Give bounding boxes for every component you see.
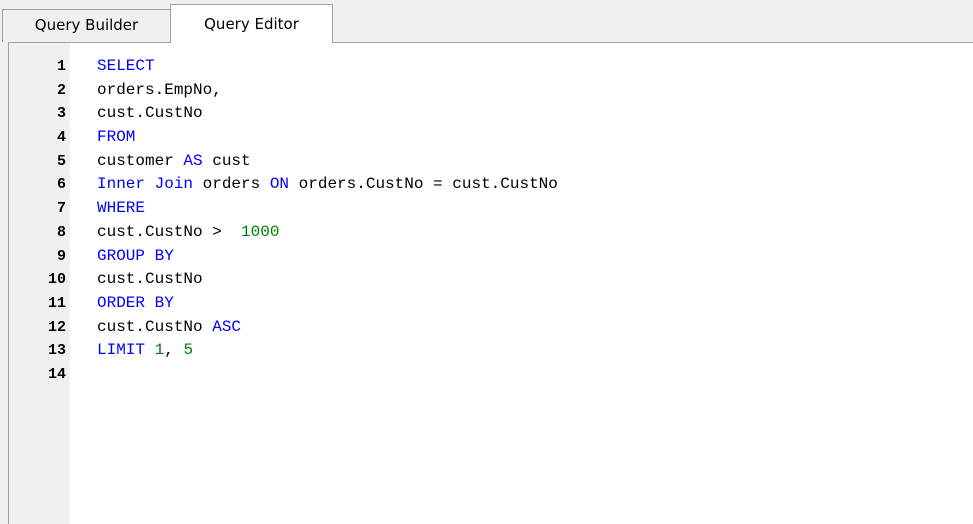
line-number: 4 xyxy=(56,129,66,147)
sql-identifier: cust.CustNo xyxy=(97,317,213,336)
line-code[interactable]: cust.CustNo > 1000 xyxy=(97,221,279,245)
line-code[interactable]: GROUP BY xyxy=(97,245,174,269)
sql-keyword: FROM xyxy=(97,128,136,147)
line-code[interactable]: cust.CustNo xyxy=(97,268,203,292)
line-code[interactable]: WHERE xyxy=(97,197,145,221)
sql-identifier xyxy=(145,341,155,359)
code-line[interactable]: 5 customer AS cust xyxy=(9,150,973,174)
code-line[interactable]: 10 cust.CustNo xyxy=(9,268,973,292)
sql-identifier: cust.CustNo xyxy=(97,270,203,289)
line-code[interactable]: cust.CustNo ASC xyxy=(97,316,241,340)
sql-identifier: cust.CustNo > xyxy=(97,222,242,241)
line-number: 13 xyxy=(47,342,66,360)
code-line[interactable]: 14 xyxy=(9,363,973,387)
tab-query-builder[interactable]: Query Builder xyxy=(2,9,171,42)
code-line[interactable]: 12 cust.CustNo ASC xyxy=(9,316,973,340)
tab-query-editor[interactable]: Query Editor xyxy=(170,4,333,43)
line-number: 2 xyxy=(56,81,66,99)
line-number: 11 xyxy=(47,294,66,312)
code-line[interactable]: 13 LIMIT 1, 5 xyxy=(9,339,973,363)
line-code[interactable]: FROM xyxy=(97,126,135,150)
code-line[interactable]: 11 ORDER BY xyxy=(9,292,973,316)
code-line[interactable]: 1 SELECT xyxy=(9,55,973,79)
sql-identifier: cust xyxy=(202,151,251,170)
line-number: 9 xyxy=(56,247,66,265)
code-line[interactable]: 6 Inner Join orders ON orders.CustNo = cu… xyxy=(9,173,973,197)
line-number: 14 xyxy=(47,365,66,383)
line-code[interactable]: ORDER BY xyxy=(97,292,174,316)
line-number: 12 xyxy=(47,318,66,336)
sql-identifier: orders.EmpNo, xyxy=(97,80,222,99)
sql-identifier: , xyxy=(164,341,184,360)
sql-keyword: GROUP BY xyxy=(97,246,174,265)
code-line[interactable]: 4 FROM xyxy=(9,126,973,150)
code-line[interactable]: 9 GROUP BY xyxy=(9,245,973,269)
line-number: 8 xyxy=(56,223,66,241)
code-line[interactable]: 7 WHERE xyxy=(9,197,973,221)
line-code[interactable]: SELECT xyxy=(97,55,155,79)
sql-identifier: cust.CustNo xyxy=(97,104,203,123)
sql-number: 5 xyxy=(183,341,194,360)
line-number: 5 xyxy=(56,152,66,170)
sql-identifier: orders.CustNo = cust.CustNo xyxy=(289,175,558,194)
code-line[interactable]: 3 cust.CustNo xyxy=(9,102,973,126)
line-number: 6 xyxy=(56,176,66,194)
line-code[interactable]: Inner Join orders ON orders.CustNo = cus… xyxy=(97,173,558,197)
sql-keyword: Inner Join xyxy=(97,175,194,194)
line-code[interactable]: LIMIT 1, 5 xyxy=(97,339,193,363)
line-number: 3 xyxy=(56,105,66,123)
sql-identifier: customer xyxy=(97,151,184,170)
sql-number: 1000 xyxy=(241,222,280,241)
sql-keyword: LIMIT xyxy=(97,341,146,360)
code-line[interactable]: 2 orders.EmpNo, xyxy=(9,79,973,103)
code-lines: 1 SELECT 2 orders.EmpNo, 3 cust.CustNo 4 FROM 5 c… xyxy=(9,55,973,387)
sql-keyword: WHERE xyxy=(97,199,146,218)
query-window: Query Builder Query Editor 1 SELECT 2 order… xyxy=(0,0,973,524)
line-code[interactable]: cust.CustNo xyxy=(97,102,203,126)
sql-keyword: ORDER BY xyxy=(97,293,174,312)
sql-keyword: ASC xyxy=(212,317,242,336)
sql-identifier: orders xyxy=(193,175,270,194)
sql-number: 1 xyxy=(154,341,165,360)
code-line[interactable]: 8 cust.CustNo > 1000 xyxy=(9,221,973,245)
sql-keyword: SELECT xyxy=(97,57,155,75)
line-code[interactable]: customer AS cust xyxy=(97,150,251,174)
tab-bar: Query Builder Query Editor xyxy=(0,0,973,43)
line-number: 7 xyxy=(56,200,66,218)
line-number: 10 xyxy=(47,271,66,289)
sql-editor[interactable]: 1 SELECT 2 orders.EmpNo, 3 cust.CustNo 4 FROM 5 c… xyxy=(8,42,973,524)
line-code[interactable]: orders.EmpNo, xyxy=(97,79,222,103)
sql-keyword: AS xyxy=(183,151,203,170)
line-number: 1 xyxy=(56,58,66,75)
sql-keyword: ON xyxy=(269,175,290,194)
